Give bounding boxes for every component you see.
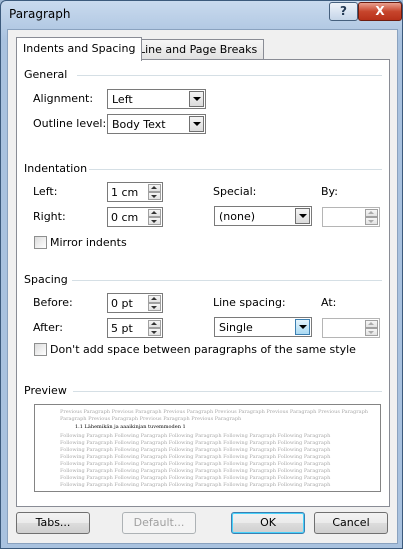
ok-button[interactable]: OK [231,512,305,534]
alignment-value: Left [112,93,133,106]
dont-add-space-checkbox[interactable] [34,343,47,356]
title-bar[interactable]: Paragraph ? X [1,1,402,29]
spin-up-icon[interactable] [148,209,161,217]
preview-following-line: Following Paragraph Following Paragraph … [60,440,331,446]
tab-label: Indents and Spacing [23,42,136,55]
line-spacing-label: Line spacing: [213,296,286,309]
outline-level-select[interactable]: Body Text [107,114,206,134]
chevron-down-icon[interactable] [295,208,310,224]
left-indent-label: Left: [33,185,58,198]
mirror-indents-label: Mirror indents [50,236,127,249]
before-label: Before: [33,296,73,309]
before-spinner[interactable]: 0 pt [107,293,163,313]
at-spinner[interactable] [322,318,380,338]
indentation-divider [89,169,382,170]
close-button[interactable]: X [358,2,402,21]
spacing-heading: Spacing [24,273,68,286]
spin-down-icon[interactable] [148,217,161,225]
right-indent-spinner[interactable]: 0 cm [107,207,163,227]
spacing-divider [72,280,382,281]
tab-label: Line and Page Breaks [139,43,258,56]
line-spacing-value: Single [219,321,253,334]
right-indent-label: Right: [33,210,66,223]
paragraph-dialog: Paragraph ? X Indents and Spacing Line a… [0,0,403,549]
special-value: (none) [219,210,256,223]
spin-up-icon[interactable] [365,320,378,328]
right-indent-value: 0 cm [111,211,139,224]
chevron-down-icon[interactable] [295,319,310,335]
preview-previous-line: Previous Paragraph Previous Paragraph Pr… [60,409,368,415]
chevron-down-icon[interactable] [189,116,204,132]
outline-level-label: Outline level: [33,117,107,130]
left-indent-spinner[interactable]: 1 cm [107,182,163,202]
left-indent-value: 1 cm [111,186,139,199]
tab-indents-and-spacing[interactable]: Indents and Spacing [16,37,143,61]
preview-following-line: Following Paragraph Following Paragraph … [60,433,331,439]
general-divider [77,75,382,76]
preview-pane: Previous Paragraph Previous Paragraph Pr… [34,404,381,492]
preview-following-line: Following Paragraph Following Paragraph … [60,468,331,474]
mirror-indents-checkbox[interactable] [34,236,47,249]
special-label: Special: [213,185,257,198]
alignment-label: Alignment: [33,92,94,105]
indentation-heading: Indentation [24,162,88,175]
help-button[interactable]: ? [329,2,358,21]
preview-sample-text: 1.1 Lähemikän ja aaaikinjan tuvemmoden 1 [75,424,186,430]
preview-divider [73,391,382,392]
spin-down-icon[interactable] [365,328,378,336]
dialog-client: Indents and Spacing Line and Page Breaks… [7,29,398,544]
by-label: By: [321,185,338,198]
dont-add-space-label: Don't add space between paragraphs of th… [50,343,356,356]
preview-heading: Preview [24,384,67,397]
after-value: 5 pt [111,322,133,335]
at-label: At: [321,296,337,309]
spin-down-icon[interactable] [148,303,161,311]
default-button[interactable]: Default... [122,512,196,534]
chevron-down-icon[interactable] [189,91,204,107]
preview-previous-line: Paragraph Previous Paragraph Previous Pa… [60,416,242,422]
tab-line-and-page-breaks[interactable]: Line and Page Breaks [132,39,265,60]
preview-following-line: Following Paragraph Following Paragraph … [60,447,331,453]
after-spinner[interactable]: 5 pt [107,318,163,338]
tab-panel: General Alignment: Left Outline level: B… [16,59,390,507]
preview-following-line: Following Paragraph Following Paragraph … [60,461,331,467]
after-label: After: [33,321,63,334]
general-heading: General [24,68,68,81]
spin-up-icon[interactable] [148,320,161,328]
before-value: 0 pt [111,297,133,310]
outline-level-value: Body Text [112,118,166,131]
spin-up-icon[interactable] [148,295,161,303]
spin-up-icon[interactable] [365,209,378,217]
alignment-select[interactable]: Left [107,89,206,109]
line-spacing-select[interactable]: Single [214,317,312,337]
spin-down-icon[interactable] [365,217,378,225]
preview-following-line: Following Paragraph Following Paragraph … [60,475,331,481]
by-spinner[interactable] [322,207,380,227]
tabs-button[interactable]: Tabs... [16,512,90,534]
spin-down-icon[interactable] [148,328,161,336]
preview-following-line: Following Paragraph Following Paragraph … [60,454,331,460]
spin-up-icon[interactable] [148,184,161,192]
cancel-button[interactable]: Cancel [314,512,388,534]
spin-down-icon[interactable] [148,192,161,200]
preview-following-line: Following Paragraph Following Paragraph … [60,482,331,488]
window-title: Paragraph [9,7,71,21]
special-select[interactable]: (none) [214,206,312,226]
